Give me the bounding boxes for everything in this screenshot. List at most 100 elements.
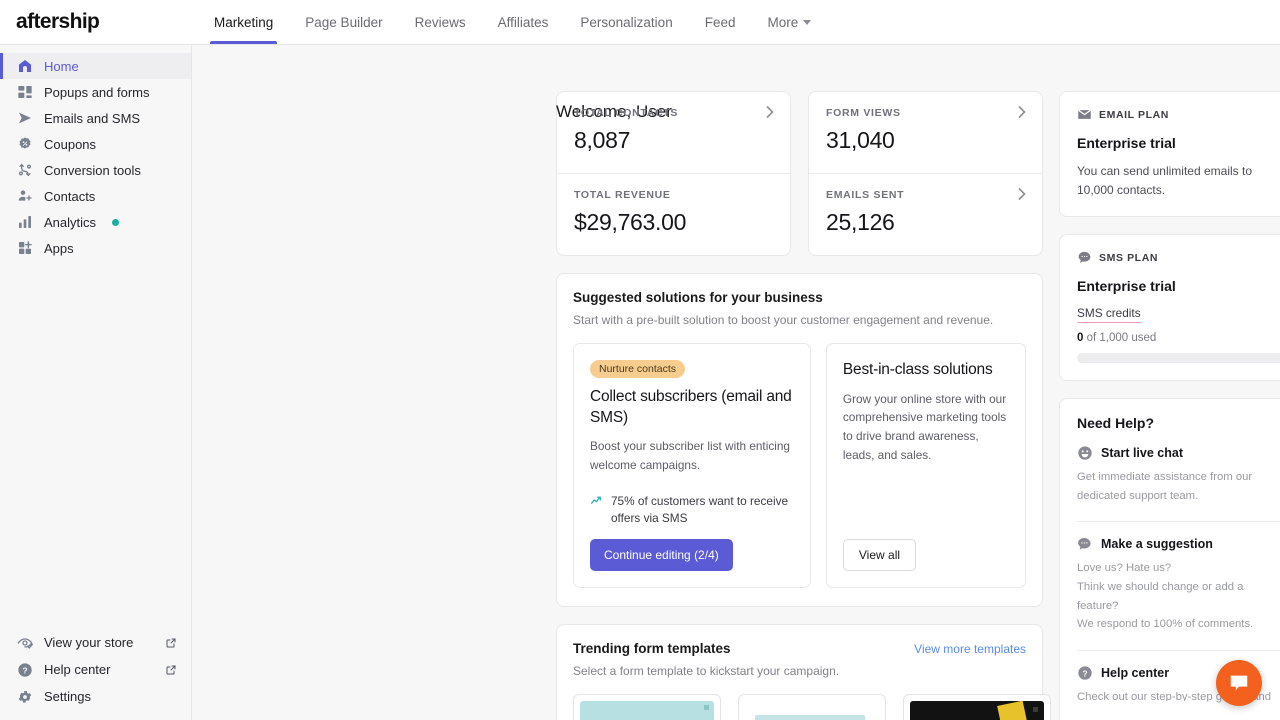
solution-card-collect-subscribers[interactable]: Nurture contacts Collect subscribers (em… <box>573 343 811 589</box>
template-card[interactable] <box>903 694 1051 720</box>
help-item-description: Get immediate assistance from our dedica… <box>1077 471 1253 502</box>
stat-card-total-revenue[interactable]: TOTAL REVENUE $29,763.00 <box>557 173 790 255</box>
conversion-icon <box>16 162 33 179</box>
view-all-button[interactable]: View all <box>842 539 917 572</box>
email-plan-card: EMAIL PLAN Enterprise trial You can send… <box>1059 91 1280 218</box>
solution-description: Grow your online store with our comprehe… <box>842 391 1007 463</box>
tab-affiliates[interactable]: Affiliates <box>482 0 565 44</box>
continue-editing-button[interactable]: Continue editing (2/4) <box>590 539 733 572</box>
svg-text:?: ? <box>22 665 27 675</box>
chevron-right-icon[interactable] <box>1017 106 1026 118</box>
suggested-cards: Nurture contacts Collect subscribers (em… <box>573 343 1026 589</box>
store-icon <box>16 634 33 651</box>
brand-logo[interactable]: aftership <box>0 0 190 44</box>
live-chat-fab-button[interactable] <box>1216 660 1262 706</box>
tab-label: Marketing <box>214 14 274 30</box>
stat-value: 31,040 <box>826 127 895 153</box>
stats-column-right: FORM VIEWS 31,040 EMAILS SENT 25,126 <box>808 91 1043 256</box>
email-plan-description: You can send unlimited emails to 10,000 … <box>1077 164 1252 197</box>
main-right-column: EMAIL PLAN Enterprise trial You can send… <box>1059 91 1280 720</box>
suggested-subtitle: Start with a pre-built solution to boost… <box>573 313 994 327</box>
sidebar-item-label: Home <box>44 58 79 74</box>
help-item-name: Start live chat <box>1101 446 1183 461</box>
sidebar-item-coupons[interactable]: Coupons <box>0 131 191 157</box>
solution-stat-text: 75% of customers want to receive offers … <box>611 493 789 526</box>
sidebar-item-emails-and-sms[interactable]: Emails and SMS <box>0 105 191 131</box>
sidebar-item-view-your-store[interactable]: View your store <box>0 629 191 656</box>
solution-title: Collect subscribers (email and SMS) <box>590 388 792 426</box>
send-icon <box>16 110 33 127</box>
sms-credits-suffix: of 1,000 used <box>1083 332 1157 345</box>
trending-templates-panel: Trending form templates View more templa… <box>556 624 1216 720</box>
sidebar-item-label: Analytics <box>44 214 97 230</box>
sidebar-item-label: Popups and forms <box>44 84 150 100</box>
divider <box>1077 649 1280 651</box>
sms-plan-card: SMS PLAN Enterprise trial SMS credits 0 … <box>1059 234 1280 382</box>
sidebar-item-apps[interactable]: Apps <box>0 235 191 261</box>
sidebar-item-label: Contacts <box>44 188 96 204</box>
tab-personalization[interactable]: Personalization <box>564 0 688 44</box>
email-plan-header: EMAIL PLAN <box>1077 107 1280 122</box>
tab-label: Page Builder <box>305 14 383 30</box>
stat-label: TOTAL REVENUE <box>574 189 671 201</box>
tab-feed[interactable]: Feed <box>689 0 752 44</box>
tab-reviews[interactable]: Reviews <box>399 0 482 44</box>
solution-card-best-in-class[interactable]: Best-in-class solutions Grow your online… <box>825 343 1026 589</box>
question-icon: ? <box>16 661 33 678</box>
sidebar-item-label: Emails and SMS <box>44 110 141 126</box>
tab-marketing[interactable]: Marketing <box>198 0 289 44</box>
help-item-description: Love us? Hate us? Think we should change… <box>1077 562 1254 631</box>
stat-label: FORM VIEWS <box>826 107 901 119</box>
solution-stat-note: 75% of customers want to receive offers … <box>590 493 794 527</box>
help-item-name: Make a suggestion <box>1101 537 1213 552</box>
sidebar-item-settings[interactable]: Settings <box>0 683 191 710</box>
sidebar-item-contacts[interactable]: Contacts <box>0 183 191 209</box>
stat-label: EMAILS SENT <box>826 189 905 201</box>
tab-page-builder[interactable]: Page Builder <box>289 0 398 44</box>
stat-card-form-views[interactable]: FORM VIEWS 31,040 <box>809 92 1042 173</box>
sms-credits-used: 0 of 1,000 used <box>1077 332 1280 344</box>
help-item-make-a-suggestion[interactable]: Make a suggestion <box>1077 536 1280 552</box>
view-more-templates-link[interactable]: View more templates <box>914 642 1026 656</box>
sidebar-item-label: View your store <box>44 635 134 650</box>
sidebar-item-label: Apps <box>44 240 74 256</box>
solution-pill-badge: Nurture contacts <box>590 360 686 378</box>
sms-plan-header: SMS PLAN <box>1077 250 1280 265</box>
home-icon <box>16 58 33 75</box>
trending-title: Trending form templates <box>573 641 731 657</box>
sidebar-item-label: Help center <box>44 662 111 677</box>
stats-column-left: TOTAL CONTACTS 8,087 TOTAL REVENUE $29,7… <box>556 91 791 256</box>
template-card[interactable] <box>573 694 721 720</box>
sidebar-item-home[interactable]: Home <box>0 53 191 79</box>
suggested-solutions-panel: Suggested solutions for your business St… <box>556 273 1043 608</box>
chevron-right-icon[interactable] <box>765 106 774 118</box>
help-item-start-live-chat[interactable]: Start live chat <box>1077 445 1280 461</box>
chevron-right-icon[interactable] <box>1017 188 1026 200</box>
template-card[interactable] <box>738 694 886 720</box>
trending-header: Trending form templates View more templa… <box>573 641 1026 656</box>
sidebar-item-analytics[interactable]: Analytics <box>0 209 191 235</box>
sidebar-item-label: Settings <box>44 689 91 704</box>
coupon-icon <box>16 136 33 153</box>
smiley-icon <box>1077 445 1093 461</box>
sidebar-item-help-center[interactable]: ? Help center <box>0 656 191 683</box>
chat-bubble-icon <box>1077 250 1092 265</box>
sidebar-item-conversion-tools[interactable]: Conversion tools <box>0 157 191 183</box>
stat-value: 8,087 <box>574 127 631 153</box>
tab-label: Reviews <box>414 14 466 30</box>
sidebar-item-label: Conversion tools <box>44 162 141 178</box>
chevron-down-icon <box>803 19 812 25</box>
sidebar-item-popups-and-forms[interactable]: Popups and forms <box>0 79 191 105</box>
question-icon: ? <box>1077 665 1093 681</box>
sms-credits-label: SMS credits <box>1077 306 1141 324</box>
trending-up-icon <box>590 494 603 507</box>
tab-label: Feed <box>704 14 736 30</box>
stat-card-total-contacts[interactable]: TOTAL CONTACTS 8,087 <box>557 92 790 173</box>
solution-description: Boost your subscriber list with enticing… <box>590 439 790 473</box>
email-plan-label: EMAIL PLAN <box>1099 108 1169 121</box>
tab-more[interactable]: More <box>751 0 827 44</box>
stat-card-emails-sent[interactable]: EMAILS SENT 25,126 <box>809 173 1042 255</box>
gear-icon <box>16 688 33 705</box>
apps-icon <box>16 240 33 257</box>
